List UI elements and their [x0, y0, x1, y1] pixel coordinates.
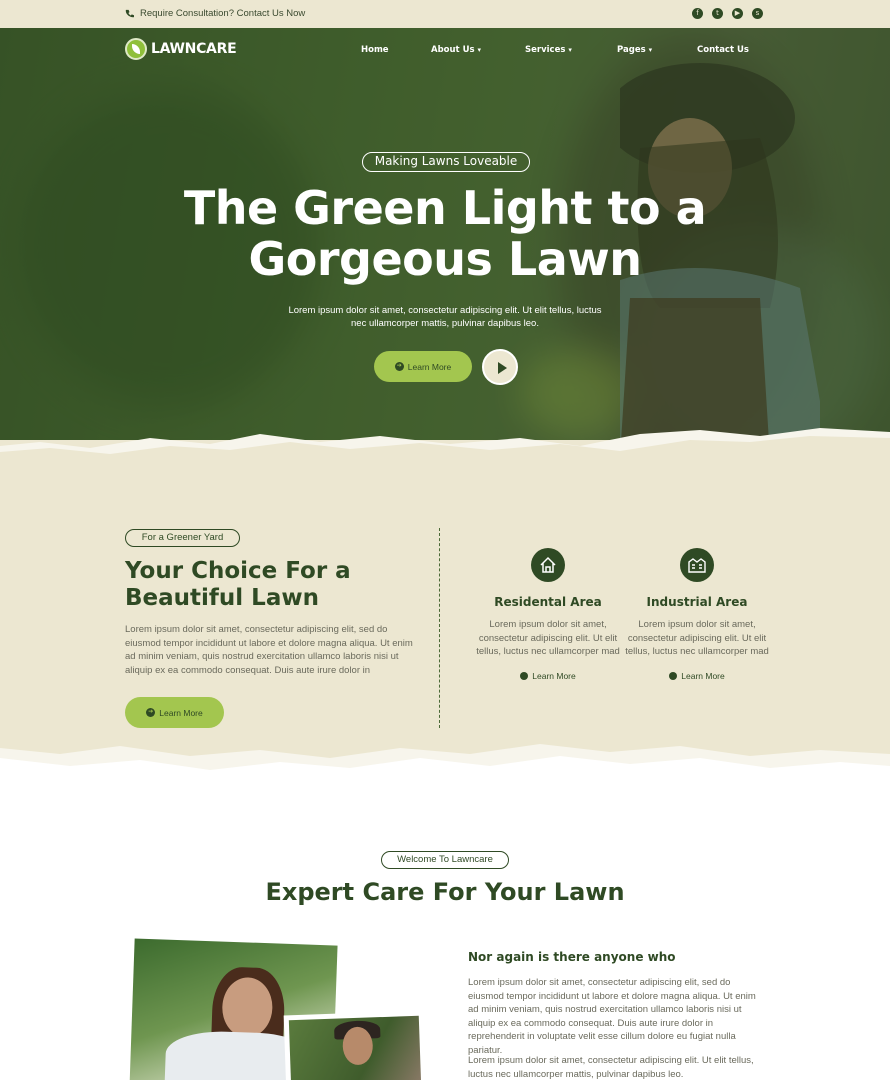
area-learn-more-link[interactable]: Learn More: [622, 671, 772, 681]
section-divider: [439, 528, 440, 728]
about-subtitle: Nor again is there anyone who: [468, 950, 676, 964]
arrow-circle-icon: [520, 671, 529, 680]
phone-icon: [125, 9, 134, 18]
area-text: Lorem ipsum dolor sit amet, consectetur …: [625, 619, 769, 657]
main-nav: LAWNCARE Home About Us ▾ Services ▾ Page…: [0, 28, 890, 73]
choice-body: Lorem ipsum dolor sit amet, consectetur …: [125, 624, 413, 676]
nav-label: Contact Us: [697, 45, 749, 55]
factory-icon: [680, 548, 714, 582]
hero-title: The Green Light to a Gorgeous Lawn: [145, 183, 745, 285]
social-links: f t ▶ s: [692, 8, 763, 19]
gardener-hat-photo: [283, 1010, 427, 1080]
top-bar: Require Consultation? Contact Us Now f t…: [0, 0, 890, 28]
twitter-icon[interactable]: t: [712, 8, 723, 19]
logo-text: LAWNCARE: [151, 41, 237, 57]
choice-title: Your Choice For a Beautiful Lawn: [125, 558, 351, 611]
lawncare-logo[interactable]: LAWNCARE: [125, 38, 237, 60]
nav-item-about-us[interactable]: About Us ▾: [431, 45, 481, 55]
link-label: Learn More: [532, 670, 576, 681]
house-icon: [531, 548, 565, 582]
nav-item-home[interactable]: Home: [361, 45, 389, 55]
chevron-down-icon: ▾: [477, 46, 482, 54]
choice-section: For a Greener Yard Your Choice For a Bea…: [0, 428, 890, 800]
hero-learn-more-button[interactable]: ➔ Learn More: [374, 351, 472, 382]
consultation-contact[interactable]: Require Consultation? Contact Us Now: [125, 8, 305, 19]
arrow-circle-icon: [669, 671, 678, 680]
industrial-area-card: Industrial Area Lorem ipsum dolor sit am…: [622, 548, 772, 681]
nav-item-contact-us[interactable]: Contact Us: [697, 45, 749, 55]
skype-icon[interactable]: s: [752, 8, 763, 19]
hero-title-line-1: The Green Light to a: [183, 181, 707, 235]
button-label: Learn More: [407, 361, 452, 372]
facebook-icon[interactable]: f: [692, 8, 703, 19]
button-label: Learn More: [159, 707, 203, 718]
nav-label: Pages: [617, 45, 646, 55]
torn-paper-bottom: [0, 744, 890, 800]
hero-section: LAWNCARE Home About Us ▾ Services ▾ Page…: [0, 28, 890, 473]
area-text: Lorem ipsum dolor sit amet, consectetur …: [476, 619, 620, 657]
hero-lead: Lorem ipsum dolor sit amet, consectetur …: [288, 305, 602, 329]
expert-title: Expert Care For Your Lawn: [265, 878, 625, 906]
nav-label: Services: [525, 45, 566, 55]
nav-label: About Us: [431, 45, 475, 55]
about-paragraph-2: Lorem ipsum dolor sit amet, consectetur …: [468, 1055, 754, 1080]
chevron-down-icon: ▾: [568, 46, 572, 54]
choice-learn-more-button[interactable]: ➔ Learn More: [125, 697, 224, 728]
chevron-down-icon: ▾: [648, 46, 653, 54]
arrow-circle-icon: ➔: [394, 362, 404, 371]
hero-title-line-2: Gorgeous Lawn: [248, 232, 642, 286]
area-title: Industrial Area: [646, 595, 748, 609]
hero-eyebrow: Making Lawns Loveable: [362, 152, 530, 172]
youtube-icon[interactable]: ▶: [732, 8, 743, 19]
area-learn-more-link[interactable]: Learn More: [473, 671, 623, 681]
torn-paper-top: [0, 428, 890, 466]
nav-item-pages[interactable]: Pages ▾: [617, 45, 652, 55]
consultation-text: Require Consultation? Contact Us Now: [140, 8, 306, 19]
choice-eyebrow: For a Greener Yard: [125, 529, 240, 547]
play-video-button[interactable]: [482, 349, 518, 385]
leaf-logo-icon: [125, 38, 147, 60]
nav-item-services[interactable]: Services ▾: [525, 45, 572, 55]
welcome-eyebrow: Welcome To Lawncare: [381, 851, 509, 869]
residental-area-card: Residental Area Lorem ipsum dolor sit am…: [473, 548, 623, 681]
about-paragraph-1: Lorem ipsum dolor sit amet, consectetur …: [468, 977, 756, 1056]
link-label: Learn More: [681, 670, 725, 681]
nav-label: Home: [361, 45, 389, 55]
arrow-circle-icon: ➔: [146, 708, 156, 717]
area-title: Residental Area: [494, 595, 602, 609]
